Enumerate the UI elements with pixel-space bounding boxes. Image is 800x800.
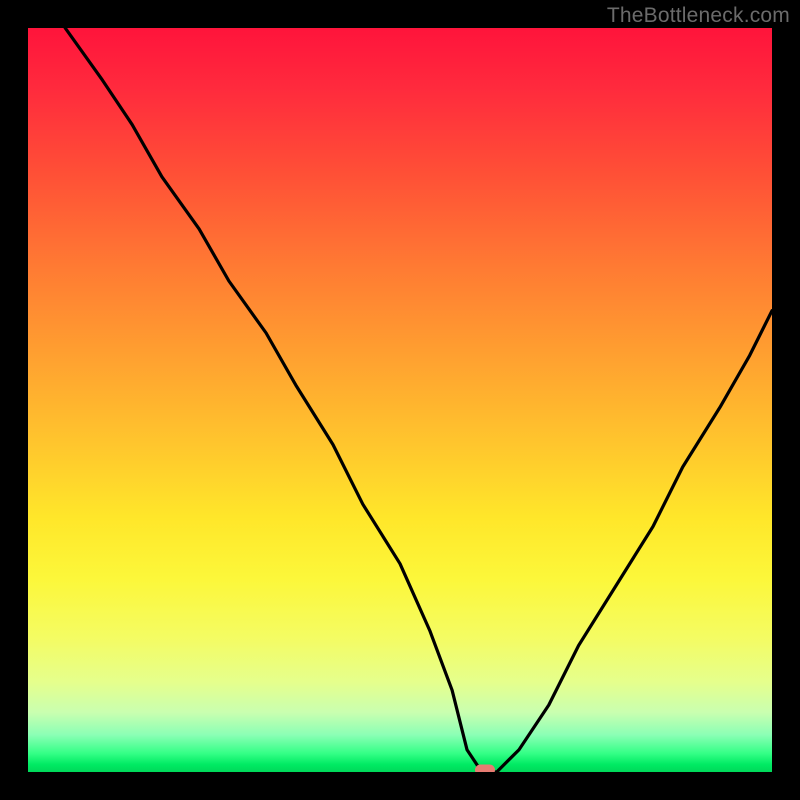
bottleneck-marker bbox=[475, 765, 495, 773]
watermark-text: TheBottleneck.com bbox=[607, 4, 790, 28]
plot-area bbox=[28, 28, 772, 772]
chart-frame: TheBottleneck.com bbox=[0, 0, 800, 800]
bottleneck-curve bbox=[28, 28, 772, 772]
